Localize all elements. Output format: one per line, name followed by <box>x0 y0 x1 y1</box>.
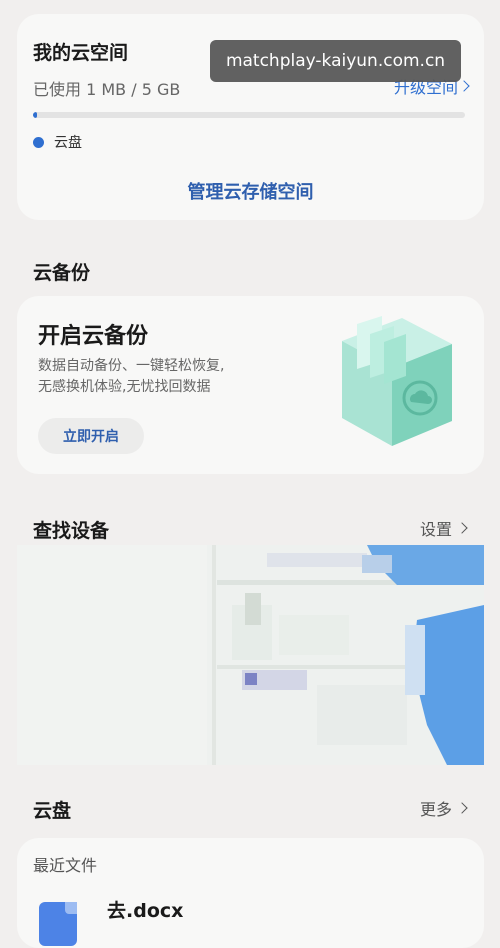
manage-storage-button[interactable]: 管理云存储空间 <box>17 178 484 204</box>
enable-backup-button[interactable]: 立即开启 <box>38 418 144 454</box>
backup-description: 数据自动备份、一键轻松恢复, 无感换机体验,无忧找回数据 <box>38 356 224 398</box>
find-device-section-title: 查找设备 <box>33 520 110 542</box>
cloud-backup-card: 开启云备份 数据自动备份、一键轻松恢复, 无感换机体验,无忧找回数据 立即开启 <box>17 296 484 474</box>
docx-file-icon <box>39 902 77 946</box>
recent-files-label: 最近文件 <box>33 856 98 875</box>
backup-section-title: 云备份 <box>33 262 91 284</box>
storage-title: 我的云空间 <box>33 42 129 64</box>
recent-files-card: 最近文件 去.docx <box>17 838 484 948</box>
cloud-box-icon <box>342 316 452 446</box>
backup-heading: 开启云备份 <box>38 324 149 349</box>
legend-label: 云盘 <box>54 135 82 151</box>
cloud-drive-more-link[interactable]: 更多 <box>419 796 468 820</box>
legend-dot-icon <box>33 136 44 148</box>
storage-usage-text: 已使用 1 MB / 5 GB <box>33 80 181 99</box>
chevron-right-icon <box>458 80 470 92</box>
cloud-drive-section-title: 云盘 <box>33 800 72 822</box>
more-link-label: 更多 <box>419 800 452 819</box>
chevron-right-icon <box>456 522 468 534</box>
map-graphic <box>17 545 484 765</box>
storage-progress-bar <box>33 112 465 118</box>
chevron-right-icon <box>456 802 468 814</box>
storage-legend: 云盘 <box>33 132 82 152</box>
backup-desc-line-2: 无感换机体验,无忧找回数据 <box>38 379 211 395</box>
device-location-map[interactable] <box>17 545 484 765</box>
storage-progress-fill <box>33 112 38 118</box>
watermark-tooltip: matchplay-kaiyun.com.cn <box>210 40 461 82</box>
settings-link-label: 设置 <box>419 520 452 539</box>
find-device-settings-link[interactable]: 设置 <box>419 516 468 540</box>
backup-desc-line-1: 数据自动备份、一键轻松恢复, <box>38 358 225 374</box>
file-name: 去.docx <box>107 900 184 922</box>
